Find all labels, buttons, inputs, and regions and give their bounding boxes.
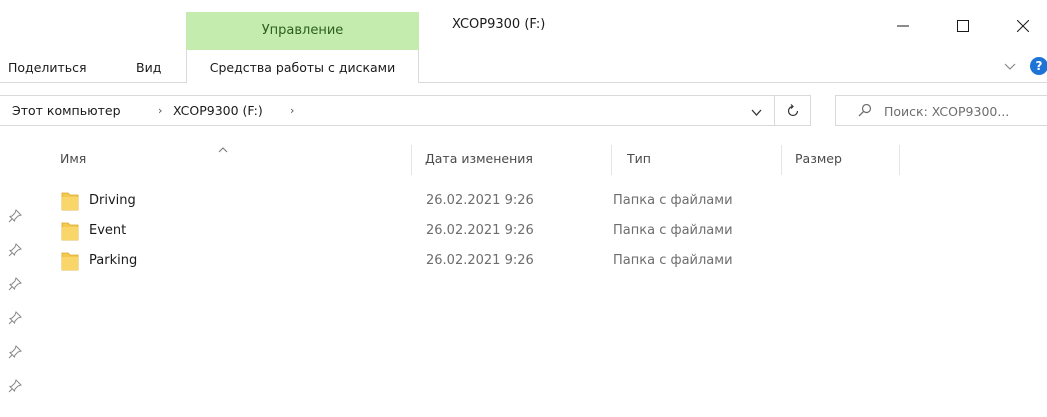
search-icon <box>858 103 872 121</box>
file-type: Папка с файлами <box>613 223 733 238</box>
close-icon <box>1017 20 1029 32</box>
ribbon-tab-bar: Поделиться Вид Средства работы с дисками… <box>0 50 1047 83</box>
folder-icon <box>61 191 79 215</box>
folder-icon <box>61 221 79 245</box>
file-date: 26.02.2021 9:26 <box>426 193 534 208</box>
column-header-type[interactable]: Тип <box>627 151 651 166</box>
folder-icon <box>61 251 79 275</box>
ribbon-expand-button[interactable] <box>1004 60 1016 75</box>
file-row-parking[interactable]: Parking 26.02.2021 9:26 Папка с файлами <box>46 248 906 278</box>
column-header-size[interactable]: Размер <box>795 151 842 166</box>
pin-icon[interactable] <box>8 379 26 397</box>
breadcrumb-this-pc[interactable]: Этот компьютер <box>12 103 121 118</box>
file-name: Parking <box>89 253 138 268</box>
pin-icon[interactable] <box>8 277 26 295</box>
context-tab-group-header: Управление <box>186 12 419 50</box>
tab-drive-tools-label: Средства работы с дисками <box>209 60 396 75</box>
file-name: Driving <box>89 193 136 208</box>
address-bar[interactable]: Этот компьютер › XCOP9300 (F:) › <box>0 95 775 126</box>
column-divider[interactable] <box>411 145 412 175</box>
column-divider[interactable] <box>899 145 900 175</box>
help-button[interactable]: ? <box>1030 57 1047 75</box>
breadcrumb-drive[interactable]: XCOP9300 (F:) <box>173 103 263 118</box>
context-tab-group-label: Управление <box>261 23 344 38</box>
refresh-button[interactable] <box>775 95 811 126</box>
tab-drive-tools[interactable]: Средства работы с дисками <box>186 50 419 83</box>
file-row-driving[interactable]: Driving 26.02.2021 9:26 Папка с файлами <box>46 188 906 218</box>
file-type: Папка с файлами <box>613 193 733 208</box>
close-button[interactable] <box>1000 8 1046 44</box>
minimize-button[interactable] <box>880 8 926 44</box>
chevron-down-icon <box>1004 63 1016 70</box>
column-divider[interactable] <box>611 145 612 175</box>
title-bar: Управление XCOP9300 (F:) <box>0 0 1047 50</box>
column-header-date[interactable]: Дата изменения <box>425 151 533 166</box>
column-header-name[interactable]: Имя <box>60 151 86 166</box>
sort-ascending-icon <box>218 142 228 157</box>
file-date: 26.02.2021 9:26 <box>426 223 534 238</box>
tab-view[interactable]: Вид <box>136 60 161 75</box>
window-title: XCOP9300 (F:) <box>452 17 546 32</box>
pin-icon[interactable] <box>8 243 26 261</box>
breadcrumb-separator-icon[interactable]: › <box>290 104 294 117</box>
pin-icon[interactable] <box>8 209 26 227</box>
address-history-button[interactable] <box>751 106 762 121</box>
file-row-event[interactable]: Event 26.02.2021 9:26 Папка с файлами <box>46 218 906 248</box>
maximize-button[interactable] <box>940 8 986 44</box>
tab-share[interactable]: Поделиться <box>8 60 87 75</box>
file-date: 26.02.2021 9:26 <box>426 253 534 268</box>
column-divider[interactable] <box>781 145 782 175</box>
pin-icon[interactable] <box>8 345 26 363</box>
refresh-icon <box>787 103 798 116</box>
column-headers: Имя Дата изменения Тип Размер <box>46 145 906 175</box>
file-list: Driving 26.02.2021 9:26 Папка с файлами … <box>46 188 906 278</box>
file-type: Папка с файлами <box>613 253 733 268</box>
file-name: Event <box>89 223 127 238</box>
maximize-icon <box>957 20 969 32</box>
pin-icon[interactable] <box>8 311 26 329</box>
breadcrumb-separator-icon[interactable]: › <box>158 104 162 117</box>
search-input[interactable] <box>884 102 1046 120</box>
chevron-down-icon <box>751 109 762 116</box>
address-row: Этот компьютер › XCOP9300 (F:) › <box>0 83 1047 141</box>
search-box[interactable] <box>835 95 1047 126</box>
minimize-icon <box>897 25 909 27</box>
